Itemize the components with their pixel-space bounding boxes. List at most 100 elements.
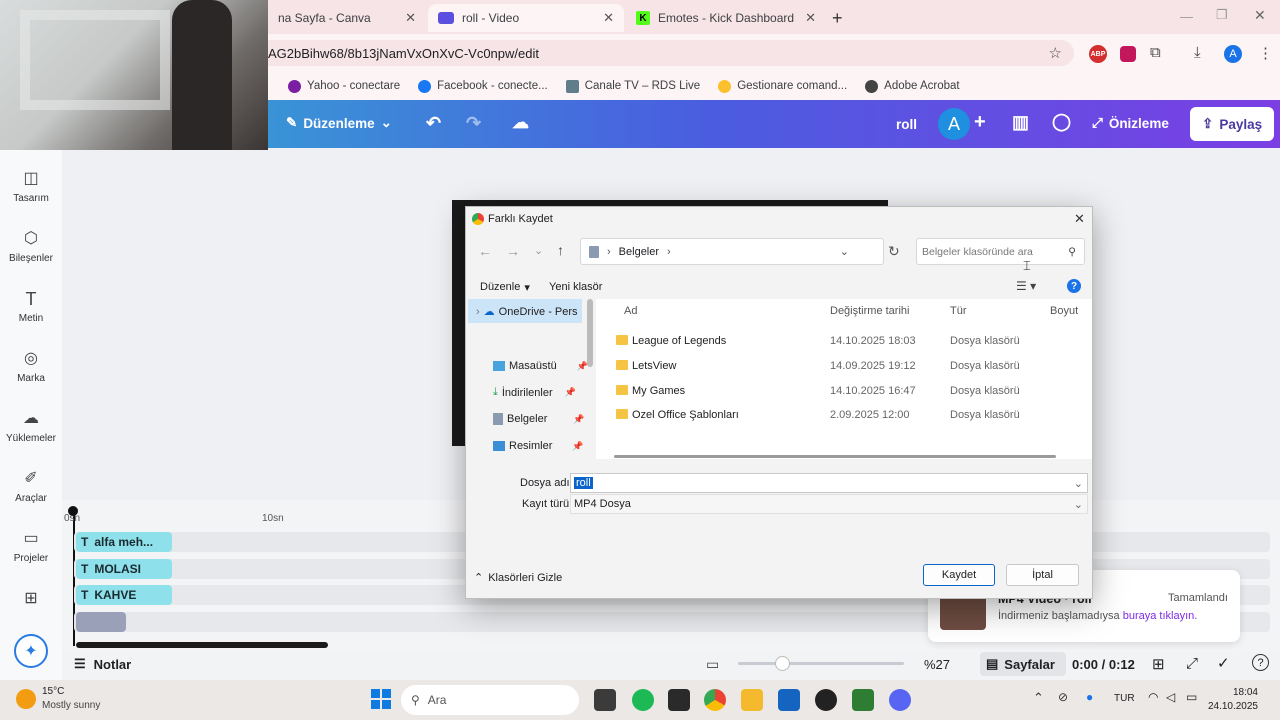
sidebar-item-tools[interactable]: ✐ Araçlar: [0, 470, 62, 504]
preview-button[interactable]: ⤢ Önizleme: [1092, 115, 1169, 131]
bookmark-rds[interactable]: Canale TV – RDS Live: [565, 79, 700, 93]
refresh-icon[interactable]: ↻: [888, 243, 900, 260]
sidebar-item-projects[interactable]: ▭ Projeler: [0, 530, 62, 564]
comment-icon[interactable]: ◯: [1052, 112, 1071, 132]
text-clip[interactable]: T MOLASI: [76, 559, 172, 579]
windows-start-icon[interactable]: [371, 689, 391, 709]
check-circle-icon[interactable]: ✓: [1217, 654, 1230, 672]
game-icon[interactable]: [852, 689, 874, 711]
cloud-saved-icon[interactable]: ☁: [512, 113, 529, 133]
zoom-slider-track[interactable]: [738, 662, 904, 665]
new-folder-button[interactable]: Yeni klasör: [549, 281, 602, 293]
extensions-puzzle-icon[interactable]: ⧉: [1150, 44, 1161, 61]
adblock-icon[interactable]: ABP: [1089, 45, 1107, 63]
help-icon[interactable]: ?: [1067, 279, 1081, 293]
redo-icon[interactable]: ↷: [466, 113, 481, 134]
close-window-icon[interactable]: ✕: [1254, 7, 1266, 24]
grid-view-icon[interactable]: ⊞: [1152, 655, 1165, 673]
profile-avatar[interactable]: A: [1224, 45, 1242, 63]
nav-item-documents[interactable]: Belgeler 📌: [493, 413, 585, 425]
sidebar-item-elements[interactable]: ⬡ Bileşenler: [0, 230, 62, 264]
restore-icon[interactable]: ❐: [1216, 7, 1228, 23]
volume-icon[interactable]: ◁: [1166, 690, 1175, 704]
toast-link[interactable]: buraya tıklayın.: [1123, 610, 1198, 622]
file-row[interactable]: League of Legends 14.10.2025 18:03 Dosya…: [616, 331, 1086, 353]
sidebar-item-uploads[interactable]: ☁ Yüklemeler: [0, 410, 62, 444]
task-view-icon[interactable]: [594, 689, 616, 711]
up-arrow-icon[interactable]: ↑: [557, 242, 564, 258]
store-icon[interactable]: [778, 689, 800, 711]
bookmark-star-icon[interactable]: ☆: [1049, 44, 1062, 62]
spotify-icon[interactable]: [632, 689, 654, 711]
file-row[interactable]: Ozel Office Şablonları 2.09.2025 12:00 D…: [616, 405, 1086, 427]
view-options-icon[interactable]: ☰ ▾: [1016, 279, 1036, 293]
close-tab-icon[interactable]: ✕: [603, 10, 614, 26]
text-clip[interactable]: Talfa meh...: [76, 532, 172, 552]
taskbar-search[interactable]: ⚲ Ara: [401, 685, 579, 715]
filetype-select[interactable]: MP4 Dosya ⌄: [570, 494, 1088, 514]
zoom-slider-handle[interactable]: [775, 656, 790, 671]
save-button[interactable]: Kaydet: [923, 564, 995, 586]
insights-chart-icon[interactable]: ▥: [1012, 112, 1029, 133]
discord-icon[interactable]: [889, 689, 911, 711]
tray-app-icon[interactable]: ⊘: [1058, 690, 1068, 704]
file-row[interactable]: LetsView 14.09.2025 19:12 Dosya klasörü: [616, 356, 1086, 378]
close-icon[interactable]: ✕: [1074, 211, 1085, 227]
sidebar-item-apps[interactable]: ⊞: [0, 590, 62, 613]
new-tab-icon[interactable]: +: [832, 8, 843, 29]
sidebar-item-brand[interactable]: ◎ Marka: [0, 350, 62, 384]
tab-roll-video[interactable]: roll - Video ✕: [428, 4, 624, 32]
zoom-value[interactable]: %27: [924, 657, 950, 672]
organize-menu[interactable]: Düzenle ▾: [480, 281, 530, 294]
back-arrow-icon[interactable]: ←: [478, 243, 492, 259]
battery-icon[interactable]: ▭: [1186, 690, 1197, 704]
path-breadcrumb[interactable]: › Belgeler › ⌄: [580, 238, 884, 265]
filename-input[interactable]: roll ⌄: [570, 473, 1088, 493]
add-collaborator-icon[interactable]: +: [974, 111, 986, 134]
help-icon[interactable]: ?: [1252, 654, 1269, 671]
clock-date[interactable]: 24.10.2025: [1200, 701, 1258, 712]
forward-arrow-icon[interactable]: →: [506, 243, 520, 259]
search-input[interactable]: Belgeler klasöründe ara ⚲: [916, 238, 1085, 265]
column-size[interactable]: Boyut: [1050, 305, 1078, 317]
close-tab-icon[interactable]: ✕: [405, 10, 416, 26]
tab-kick-dashboard[interactable]: K Emotes - Kick Dashboard ✕: [626, 4, 826, 32]
horizontal-scrollbar[interactable]: [614, 455, 1056, 458]
bookmark-facebook[interactable]: Facebook - conecte...: [418, 79, 548, 93]
page-view-icon[interactable]: ▭: [706, 656, 719, 673]
column-date[interactable]: Değiştirme tarihi: [830, 305, 909, 317]
language-indicator[interactable]: TUR: [1114, 693, 1135, 704]
text-clip[interactable]: T KAHVE: [76, 585, 172, 605]
bookmark-yahoo[interactable]: Yahoo - conectare: [288, 79, 400, 93]
minimize-icon[interactable]: —: [1180, 9, 1193, 24]
nav-item-desktop[interactable]: Masaüstü 📌: [493, 360, 588, 372]
video-clip[interactable]: [76, 642, 328, 648]
sidebar-item-text[interactable]: T Metin: [0, 290, 62, 324]
microphone-icon[interactable]: ●: [1086, 690, 1093, 704]
weather-sun-icon[interactable]: [16, 689, 36, 709]
close-tab-icon[interactable]: ✕: [805, 10, 816, 26]
nav-item-downloads[interactable]: ⤓ İndirilenler 📌: [493, 386, 576, 399]
bookmark-acrobat[interactable]: Adobe Acrobat: [865, 79, 960, 93]
nav-item-onedrive[interactable]: › ☁ OneDrive - Pers: [476, 305, 578, 319]
url-field[interactable]: AG2bBihw68/8b13jNamVxOnXvC-Vc0npw/edit ☆: [258, 40, 1074, 66]
graphic-clip[interactable]: [76, 612, 126, 632]
download-icon[interactable]: ⤓: [1194, 44, 1201, 61]
tab-canva-home[interactable]: na Sayfa - Canva ✕: [268, 4, 426, 32]
recent-chevron-icon[interactable]: ⌄: [534, 244, 543, 257]
column-name[interactable]: Ad: [624, 305, 637, 317]
weather-temp[interactable]: 15°C: [42, 686, 64, 697]
file-explorer-icon[interactable]: [741, 689, 763, 711]
bookmark-gestionare[interactable]: Gestionare comand...: [718, 79, 847, 93]
nav-item-pictures[interactable]: Resimler 📌: [493, 440, 584, 452]
chevron-down-icon[interactable]: ⌄: [1074, 477, 1083, 490]
design-title[interactable]: roll: [896, 117, 917, 132]
epic-games-icon[interactable]: [668, 689, 690, 711]
menu-dots-icon[interactable]: ⋮: [1258, 44, 1273, 62]
column-type[interactable]: Tür: [950, 305, 967, 317]
tray-chevron-up-icon[interactable]: ⌃: [1033, 690, 1044, 706]
sidebar-item-design[interactable]: ◫ Tasarım: [0, 170, 62, 204]
weather-desc[interactable]: Mostly sunny: [42, 700, 100, 711]
fullscreen-icon[interactable]: ⤢: [1186, 655, 1198, 672]
chatgpt-icon[interactable]: [815, 689, 837, 711]
